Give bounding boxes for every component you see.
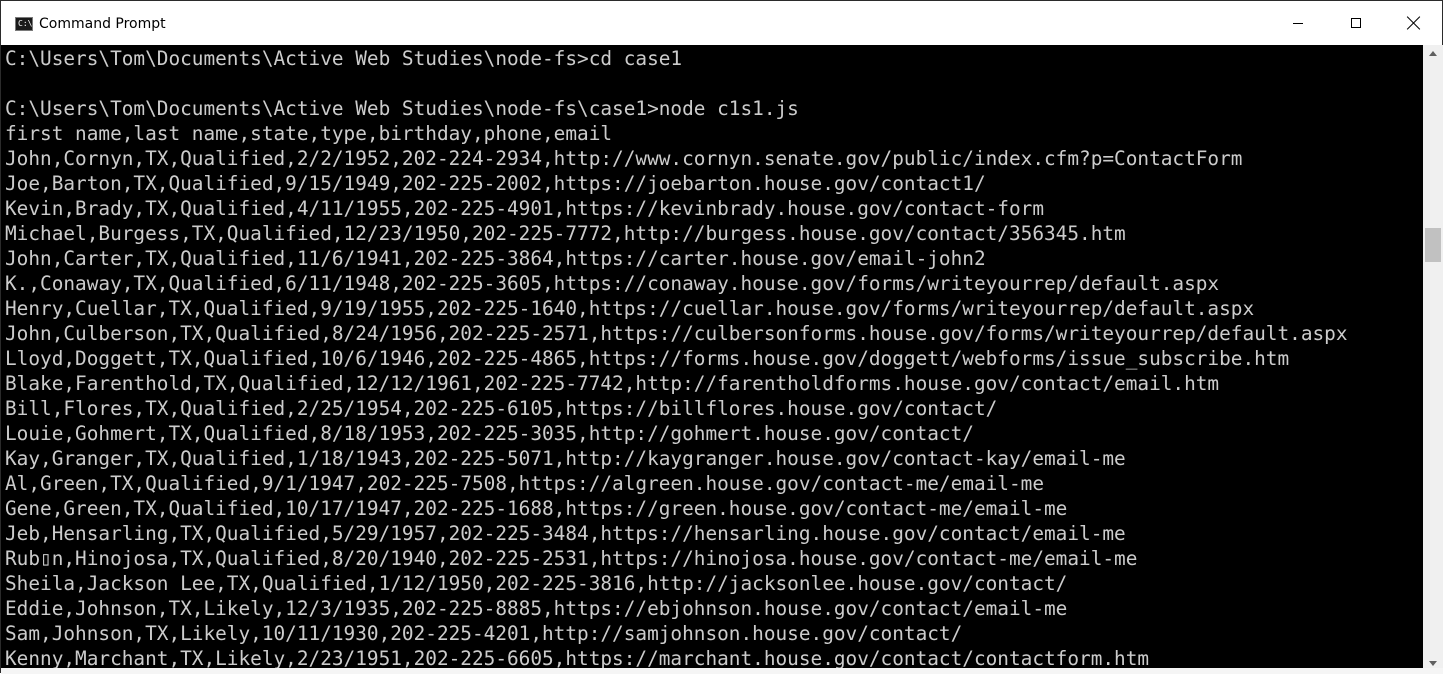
console-line: Bill,Flores,TX,Qualified,2/25/1954,202-2… xyxy=(5,397,998,420)
console-icon-glyph: C:\ xyxy=(18,19,33,28)
console-line: John,Carter,TX,Qualified,11/6/1941,202-2… xyxy=(5,247,986,270)
console-line: Sam,Johnson,TX,Likely,10/11/1930,202-225… xyxy=(5,622,963,645)
console-line: Rub▯n,Hinojosa,TX,Qualified,8/20/1940,20… xyxy=(5,547,1138,570)
chevron-down-icon xyxy=(1429,661,1437,666)
console-lines: C:\Users\Tom\Documents\Active Web Studie… xyxy=(5,46,1348,671)
console-line: Louie,Gohmert,TX,Qualified,8/18/1953,202… xyxy=(5,422,974,445)
console-line: Al,Green,TX,Qualified,9/1/1947,202-225-7… xyxy=(5,472,1044,495)
minimize-button[interactable] xyxy=(1269,1,1327,45)
scrollbar-thumb[interactable] xyxy=(1425,228,1441,262)
console-icon[interactable]: C:\ xyxy=(15,17,33,31)
maximize-button[interactable] xyxy=(1327,1,1385,45)
console-line: Michael,Burgess,TX,Qualified,12/23/1950,… xyxy=(5,222,1126,245)
window-bottom-edge xyxy=(1,668,1443,674)
title-bar[interactable]: C:\ Command Prompt xyxy=(1,1,1442,45)
scroll-up-button[interactable] xyxy=(1423,45,1443,62)
command-prompt-window: C:\ Command Prompt C:\Users\Tom\Document… xyxy=(0,0,1443,674)
console-line: Lloyd,Doggett,TX,Qualified,10/6/1946,202… xyxy=(5,347,1290,370)
console-line: first name,last name,state,type,birthday… xyxy=(5,122,613,145)
minimize-icon xyxy=(1293,22,1303,24)
console-line: Kay,Granger,TX,Qualified,1/18/1943,202-2… xyxy=(5,447,1126,470)
console-line: Kevin,Brady,TX,Qualified,4/11/1955,202-2… xyxy=(5,197,1044,220)
console-line: K.,Conaway,TX,Qualified,6/11/1948,202-22… xyxy=(5,272,1220,295)
console-line: Blake,Farenthold,TX,Qualified,12/12/1961… xyxy=(5,372,1220,395)
console-line: C:\Users\Tom\Documents\Active Web Studie… xyxy=(5,97,799,120)
console-line: Eddie,Johnson,TX,Likely,12/3/1935,202-22… xyxy=(5,597,1068,620)
console-line: Joe,Barton,TX,Qualified,9/15/1949,202-22… xyxy=(5,172,986,195)
maximize-icon xyxy=(1351,18,1361,28)
window-title: Command Prompt xyxy=(39,16,166,32)
close-button[interactable] xyxy=(1385,1,1443,45)
vertical-scrollbar[interactable] xyxy=(1423,45,1443,672)
console-line: Henry,Cuellar,TX,Qualified,9/19/1955,202… xyxy=(5,297,1255,320)
console-line: Gene,Green,TX,Qualified,10/17/1947,202-2… xyxy=(5,497,1068,520)
console-output[interactable]: C:\Users\Tom\Documents\Active Web Studie… xyxy=(1,45,1423,672)
close-icon xyxy=(1407,16,1421,30)
chevron-up-icon xyxy=(1429,51,1437,56)
console-line: Jeb,Hensarling,TX,Qualified,5/29/1957,20… xyxy=(5,522,1126,545)
console-line: C:\Users\Tom\Documents\Active Web Studie… xyxy=(5,47,683,70)
console-line: John,Cornyn,TX,Qualified,2/2/1952,202-22… xyxy=(5,147,1243,170)
console-line: John,Culberson,TX,Qualified,8/24/1956,20… xyxy=(5,322,1348,345)
console-line: Sheila,Jackson Lee,TX,Qualified,1/12/195… xyxy=(5,572,1068,595)
